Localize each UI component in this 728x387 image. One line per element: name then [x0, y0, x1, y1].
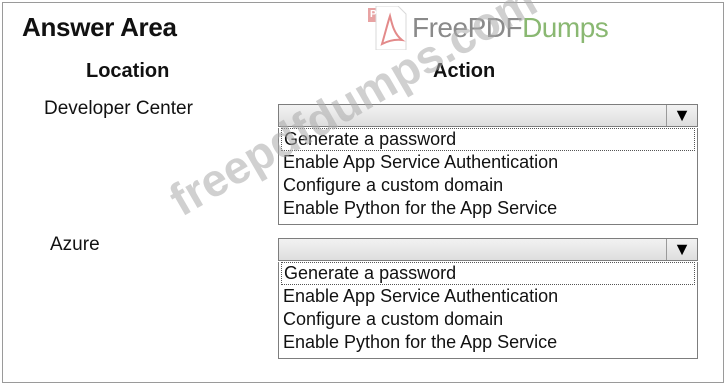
brand-name: FreePDFDumps: [412, 12, 609, 44]
option-generate-password[interactable]: Generate a password: [281, 262, 695, 285]
brand-pdf: PDF: [467, 12, 523, 43]
dropdown-header[interactable]: ▼: [278, 238, 698, 261]
option-configure-custom-domain[interactable]: Configure a custom domain: [279, 308, 697, 331]
chevron-down-icon[interactable]: ▼: [666, 239, 697, 260]
location-header: Location: [86, 60, 170, 82]
brand-dumps: Dumps: [522, 12, 609, 43]
option-enable-python[interactable]: Enable Python for the App Service: [279, 197, 697, 220]
brand-free: Free: [412, 12, 468, 43]
action-dropdown-developer-center[interactable]: ▼ Generate a password Enable App Service…: [278, 104, 698, 225]
page-title: Answer Area: [22, 12, 177, 42]
brand-logo: PDF FreePDFDumps: [368, 5, 609, 51]
dropdown-options: Generate a password Enable App Service A…: [278, 128, 698, 225]
option-enable-app-service-auth[interactable]: Enable App Service Authentication: [279, 151, 697, 174]
action-header: Action: [433, 60, 496, 82]
dropdown-header[interactable]: ▼: [278, 104, 698, 127]
chevron-down-icon[interactable]: ▼: [666, 105, 697, 126]
location-developer-center: Developer Center: [44, 98, 193, 119]
option-generate-password[interactable]: Generate a password: [281, 128, 695, 151]
option-enable-python[interactable]: Enable Python for the App Service: [279, 331, 697, 354]
option-enable-app-service-auth[interactable]: Enable App Service Authentication: [279, 285, 697, 308]
location-azure: Azure: [50, 234, 100, 255]
dropdown-options: Generate a password Enable App Service A…: [278, 262, 698, 359]
option-configure-custom-domain[interactable]: Configure a custom domain: [279, 174, 697, 197]
action-dropdown-azure[interactable]: ▼ Generate a password Enable App Service…: [278, 238, 698, 359]
logo-badge-text: PDF: [370, 9, 390, 20]
pdf-file-icon: PDF: [368, 5, 408, 51]
